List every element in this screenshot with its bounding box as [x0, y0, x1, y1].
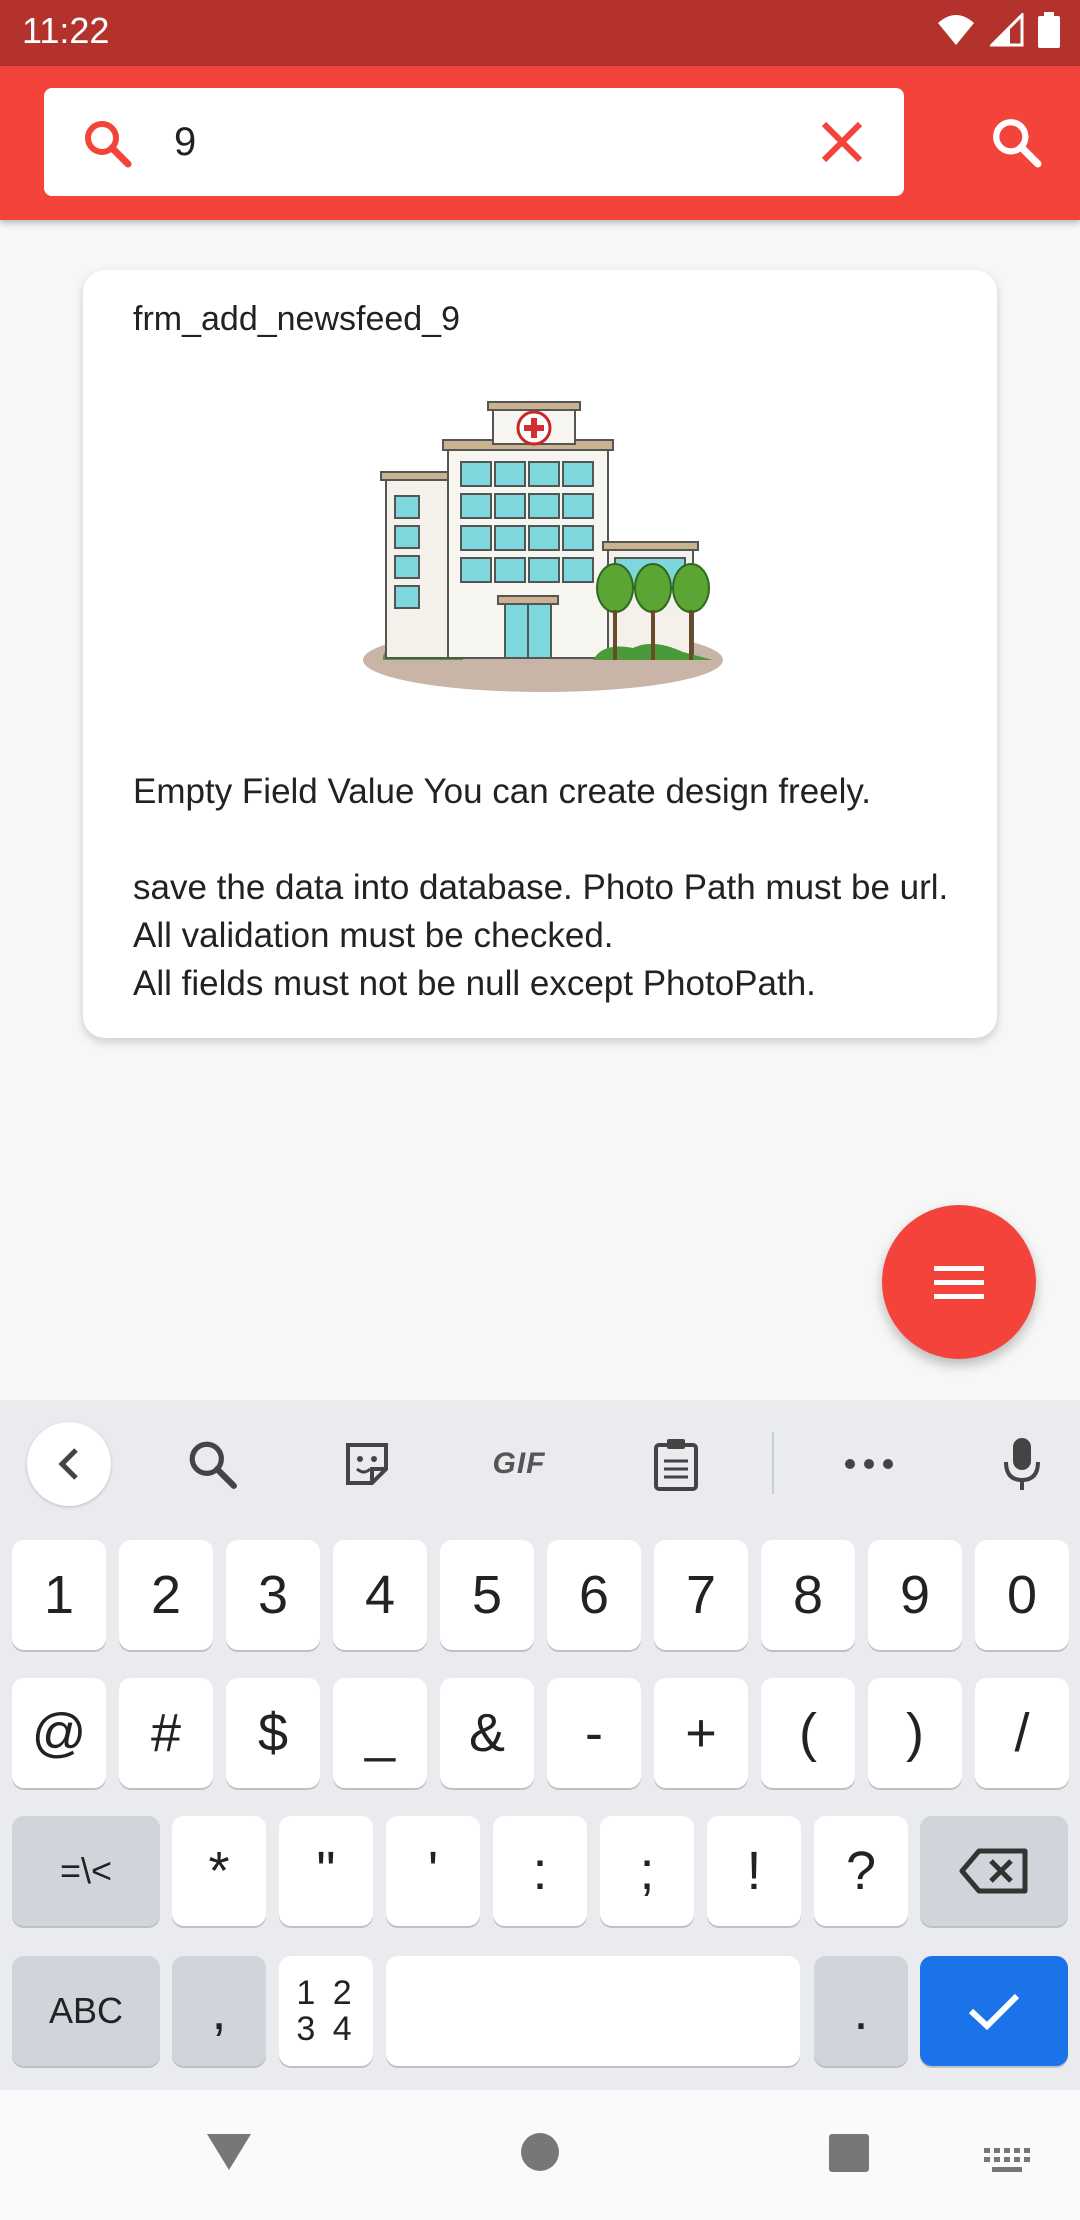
- numpad-label: 1 2 3 4: [296, 1975, 355, 2047]
- key-open-paren[interactable]: (: [761, 1678, 855, 1788]
- key-single-quote[interactable]: ': [386, 1816, 480, 1926]
- key-backspace[interactable]: [920, 1816, 1068, 1926]
- key-more-symbols[interactable]: =\<: [12, 1816, 160, 1926]
- check-icon: [968, 1993, 1020, 2031]
- key-1[interactable]: 1: [12, 1540, 106, 1650]
- key-enter[interactable]: [920, 1956, 1068, 2066]
- back-icon[interactable]: [205, 2132, 253, 2172]
- close-icon[interactable]: [820, 120, 864, 169]
- sticker-icon[interactable]: [325, 1422, 409, 1506]
- key-double-quote[interactable]: ": [279, 1816, 373, 1926]
- key-hash[interactable]: #: [119, 1678, 213, 1788]
- keyboard-toolbar: GIF: [0, 1400, 1080, 1530]
- navigation-bar: [0, 2090, 1080, 2220]
- key-colon[interactable]: :: [493, 1816, 587, 1926]
- numpad-label-top: 1 2: [296, 1974, 356, 2012]
- more-icon[interactable]: [827, 1422, 911, 1506]
- key-exclamation[interactable]: !: [707, 1816, 801, 1926]
- status-bar: 11:22: [0, 0, 1080, 66]
- cellular-icon: [990, 13, 1024, 47]
- search-icon[interactable]: [170, 1422, 254, 1506]
- key-underscore[interactable]: _: [333, 1678, 427, 1788]
- toolbar-divider: [772, 1432, 774, 1494]
- app-bar: [0, 66, 1080, 220]
- home-icon[interactable]: [520, 2132, 560, 2172]
- key-plus[interactable]: +: [654, 1678, 748, 1788]
- key-at[interactable]: @: [12, 1678, 106, 1788]
- key-5[interactable]: 5: [440, 1540, 534, 1650]
- key-asterisk[interactable]: *: [172, 1816, 266, 1926]
- key-slash[interactable]: /: [975, 1678, 1069, 1788]
- keyboard-icon[interactable]: [984, 2148, 1030, 2176]
- wifi-icon: [938, 15, 974, 45]
- clipboard-icon[interactable]: [634, 1422, 718, 1506]
- key-period[interactable]: .: [814, 1956, 908, 2066]
- key-dollar[interactable]: $: [226, 1678, 320, 1788]
- hospital-illustration: [363, 401, 723, 692]
- key-7[interactable]: 7: [654, 1540, 748, 1650]
- key-2[interactable]: 2: [119, 1540, 213, 1650]
- menu-icon: [934, 1266, 984, 1299]
- gif-icon[interactable]: GIF: [477, 1422, 561, 1506]
- status-time: 11:22: [22, 10, 110, 51]
- search-icon: [82, 118, 132, 173]
- key-3[interactable]: 3: [226, 1540, 320, 1650]
- chevron-left-icon[interactable]: [27, 1422, 111, 1506]
- mic-icon[interactable]: [980, 1422, 1064, 1506]
- key-0[interactable]: 0: [975, 1540, 1069, 1650]
- key-6[interactable]: 6: [547, 1540, 641, 1650]
- battery-icon: [1038, 12, 1060, 48]
- status-icons: [936, 12, 1060, 48]
- key-abc[interactable]: ABC: [12, 1956, 160, 2066]
- search-input[interactable]: [174, 112, 814, 172]
- menu-fab[interactable]: [882, 1205, 1036, 1359]
- key-space[interactable]: [386, 1956, 800, 2066]
- search-icon: [993, 119, 1042, 168]
- card-title: frm_add_newsfeed_9: [133, 300, 461, 338]
- recents-icon[interactable]: [829, 2134, 869, 2172]
- key-question[interactable]: ?: [814, 1816, 908, 1926]
- key-8[interactable]: 8: [761, 1540, 855, 1650]
- key-9[interactable]: 9: [868, 1540, 962, 1650]
- key-numpad[interactable]: 1 2 3 4: [279, 1956, 373, 2066]
- key-4[interactable]: 4: [333, 1540, 427, 1650]
- gif-label: GIF: [492, 1447, 546, 1480]
- soft-keyboard: GIF 1 2 3 4 5 6 7 8 9 0 @ # $ _ & - + ( …: [0, 1400, 1080, 2090]
- key-comma[interactable]: ,: [172, 1956, 266, 2066]
- key-hyphen[interactable]: -: [547, 1678, 641, 1788]
- card-description: Empty Field Value You can create design …: [133, 772, 949, 1003]
- key-semicolon[interactable]: ;: [600, 1816, 694, 1926]
- search-action-button[interactable]: [990, 116, 1042, 173]
- search-box: [44, 88, 904, 196]
- key-ampersand[interactable]: &: [440, 1678, 534, 1788]
- newsfeed-card[interactable]: frm_add_newsfeed_9 Empty Field Value You…: [83, 270, 997, 1038]
- key-close-paren[interactable]: ): [868, 1678, 962, 1788]
- numpad-label-bottom: 3 4: [296, 2010, 356, 2048]
- backspace-icon: [959, 1848, 1028, 1894]
